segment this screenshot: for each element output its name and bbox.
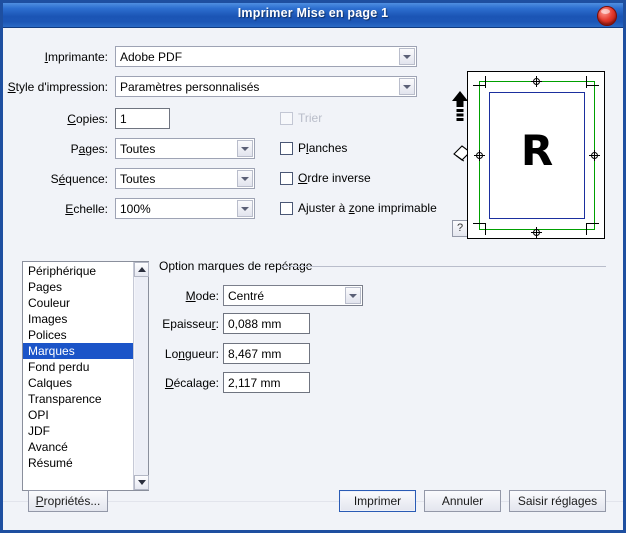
list-item[interactable]: Transparence <box>23 391 133 407</box>
chevron-down-icon[interactable] <box>399 48 415 65</box>
crop-mark <box>485 76 486 88</box>
chevron-down-icon[interactable] <box>237 140 253 157</box>
printer-select[interactable]: Adobe PDF <box>115 46 417 67</box>
crop-mark <box>586 85 599 86</box>
checkbox-box[interactable] <box>280 142 293 155</box>
thickness-label: Epaisseur: <box>162 317 219 331</box>
window-title: Imprimer Mise en page 1 <box>237 6 389 20</box>
cancel-button[interactable]: Annuler <box>424 490 501 512</box>
chevron-down-icon[interactable] <box>237 170 253 187</box>
scale-value: 100% <box>120 202 151 216</box>
copies-label: Copies: <box>67 112 108 126</box>
offset-label: Décalage: <box>164 376 219 390</box>
title-bar[interactable]: Imprimer Mise en page 1 <box>3 3 623 28</box>
save-settings-button[interactable]: Saisir réglages <box>509 490 606 512</box>
print-style-value: Paramètres personnalisés <box>120 80 260 94</box>
offset-input[interactable]: 2,117 mm <box>223 372 310 393</box>
checkbox-label: Ajuster à zone imprimable <box>298 201 437 215</box>
mode-label: Mode: <box>185 289 219 303</box>
checkbox-label: Trier <box>298 111 323 125</box>
thickness-value: 0,088 mm <box>228 317 282 331</box>
page-letter: R <box>520 126 554 175</box>
copies-input[interactable]: 1 <box>115 108 170 129</box>
scale-select[interactable]: 100% <box>115 198 255 219</box>
crop-mark <box>586 223 587 235</box>
registration-mark <box>531 227 542 238</box>
checkbox-label: Ordre inverse <box>298 171 371 185</box>
scale-label: Echelle: <box>65 202 108 216</box>
length-input[interactable]: 8,467 mm <box>223 343 310 364</box>
list-item[interactable]: JDF <box>23 423 133 439</box>
print-style-label: Style d'impression: <box>7 80 108 94</box>
triangle-down-icon[interactable] <box>134 475 149 490</box>
sequence-value: Toutes <box>120 172 156 186</box>
checkbox-box[interactable] <box>280 172 293 185</box>
sequence-select[interactable]: Toutes <box>115 168 255 189</box>
checkbox-box <box>280 112 293 125</box>
printer-label: Imprimante: <box>44 50 108 64</box>
thickness-input[interactable]: 0,088 mm <box>223 313 310 334</box>
help-button[interactable]: ? <box>452 220 468 237</box>
checkbox-label: Planches <box>298 141 348 155</box>
list-item[interactable]: Fond perdu <box>23 359 133 375</box>
print-button[interactable]: Imprimer <box>339 490 416 512</box>
pages-label: Pages: <box>70 142 108 156</box>
checkbox-box[interactable] <box>280 202 293 215</box>
length-label: Longueur: <box>164 347 219 361</box>
crop-mark <box>586 76 587 88</box>
sequence-label: Séquence: <box>50 172 108 186</box>
crop-mark <box>586 223 599 224</box>
list-item[interactable]: OPI <box>23 407 133 423</box>
print-dialog: Imprimer Mise en page 1 Imprimante: Adob… <box>0 0 626 533</box>
list-item[interactable]: Avancé <box>23 439 133 455</box>
printer-value: Adobe PDF <box>120 50 183 64</box>
chevron-down-icon[interactable] <box>345 287 361 304</box>
crop-mark <box>485 223 486 235</box>
close-icon[interactable] <box>597 6 617 26</box>
print-style-select[interactable]: Paramètres personnalisés <box>115 76 417 97</box>
chevron-down-icon[interactable] <box>237 200 253 217</box>
registration-mark <box>589 150 600 161</box>
registration-mark <box>531 76 542 87</box>
pages-value: Toutes <box>120 142 156 156</box>
triangle-up-icon[interactable] <box>134 262 149 277</box>
offset-value: 2,117 mm <box>228 376 281 390</box>
length-value: 8,467 mm <box>228 347 282 361</box>
mode-select[interactable]: Centré <box>223 285 363 306</box>
page-preview[interactable]: R <box>467 71 605 239</box>
group-divider <box>281 266 606 267</box>
chevron-down-icon[interactable] <box>399 78 415 95</box>
list-item[interactable]: Périphérique <box>23 263 133 279</box>
pages-select[interactable]: Toutes <box>115 138 255 159</box>
list-item[interactable]: Résumé <box>23 455 133 471</box>
mode-value: Centré <box>228 289 265 303</box>
dialog-body: Imprimante: Adobe PDF Style d'impression… <box>3 28 623 530</box>
copies-value: 1 <box>120 112 127 126</box>
registration-mark <box>474 150 485 161</box>
properties-button[interactable]: Propriétés... <box>28 490 108 512</box>
